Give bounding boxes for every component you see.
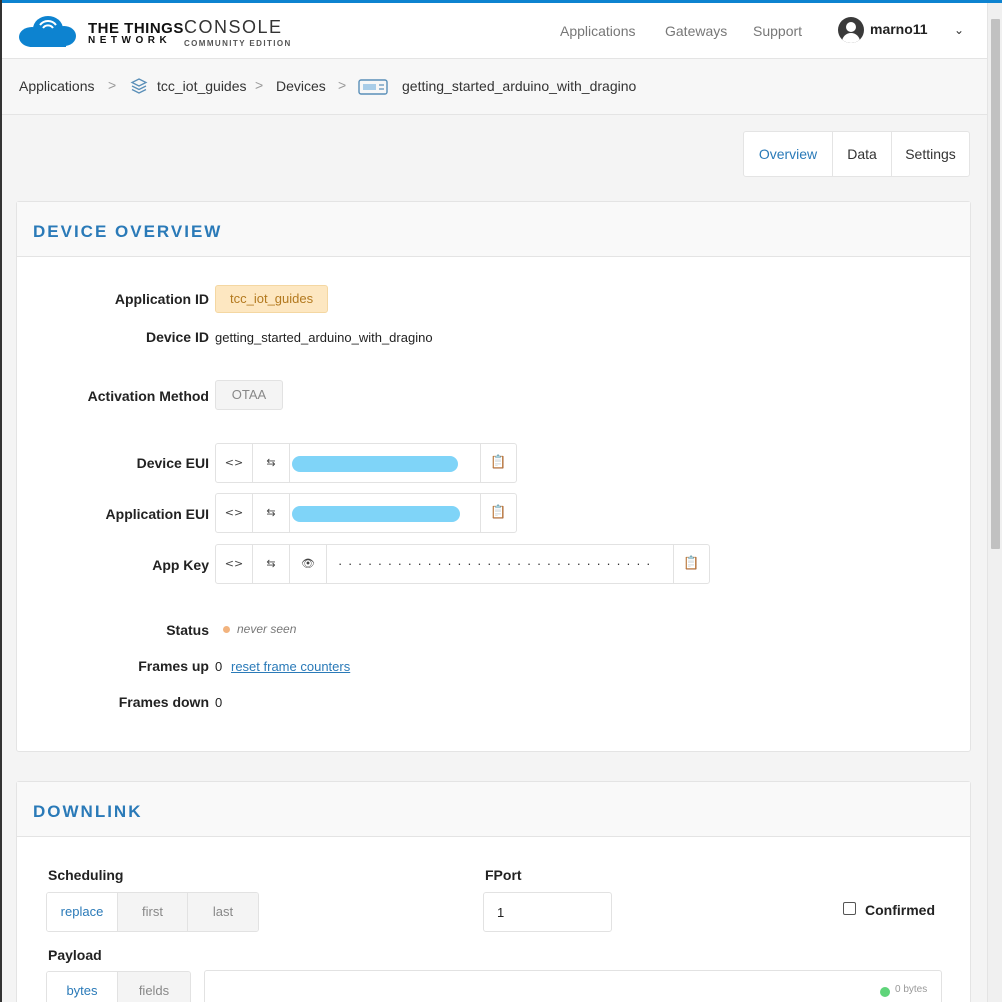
payload-label: Payload: [48, 947, 102, 963]
status-dot: [223, 626, 230, 633]
device-id-value: getting_started_arduino_with_dragino: [215, 330, 433, 345]
eye-icon[interactable]: 👁: [290, 545, 327, 583]
console-title: CONSOLE: [184, 17, 283, 37]
username: marno11: [870, 21, 928, 37]
nav-applications[interactable]: Applications: [560, 23, 636, 39]
swap-byte-order-icon[interactable]: ⇆: [253, 494, 290, 532]
scheduling-selector: replace first last: [46, 892, 259, 932]
frames-down-label: Frames down: [118, 694, 209, 710]
swap-byte-order-icon[interactable]: ⇆: [253, 545, 290, 583]
chevron-down-icon[interactable]: ⌄: [954, 23, 964, 37]
scheduling-last[interactable]: last: [188, 893, 258, 931]
breadcrumb-device[interactable]: getting_started_arduino_with_dragino: [402, 78, 636, 94]
status-value: never seen: [237, 622, 297, 636]
payload-fields[interactable]: fields: [118, 972, 190, 1002]
application-id-label: Application ID: [114, 291, 209, 307]
status-label: Status: [166, 622, 209, 638]
activation-method-label: Activation Method: [87, 388, 209, 404]
fport-input[interactable]: [483, 892, 612, 932]
app-key-label: App Key: [152, 557, 209, 573]
confirmed-checkbox[interactable]: [843, 902, 856, 915]
device-eui-label: Device EUI: [136, 455, 209, 471]
application-eui-field: <> ⇆ 📋: [215, 493, 517, 533]
ttn-logo[interactable]: THE THINGS NETWORK CONSOLE COMMUNITY EDI…: [18, 15, 318, 51]
activation-method-value: OTAA: [215, 380, 283, 410]
brand-line-2: NETWORK: [88, 35, 172, 46]
top-header: THE THINGS NETWORK CONSOLE COMMUNITY EDI…: [2, 3, 987, 59]
nav-gateways[interactable]: Gateways: [665, 23, 727, 39]
card-title: DEVICE OVERVIEW: [33, 222, 223, 241]
device-icon: [358, 79, 388, 95]
app-key-field: <> ⇆ 👁 · · · · · · · · · · · · · · · · ·…: [215, 544, 710, 584]
breadcrumb-devices[interactable]: Devices: [276, 78, 326, 94]
code-format-icon[interactable]: <>: [216, 545, 253, 583]
scheduling-first[interactable]: first: [118, 893, 188, 931]
application-id-tag[interactable]: tcc_iot_guides: [215, 285, 329, 313]
device-tabs: Overview Data Settings: [743, 131, 970, 177]
avatar: [838, 17, 864, 43]
application-eui-label: Application EUI: [105, 506, 209, 522]
window-edge: [0, 0, 2, 1002]
frames-down-value: 0: [215, 695, 223, 710]
swap-byte-order-icon[interactable]: ⇆: [253, 444, 290, 482]
reset-frame-counters-link[interactable]: reset frame counters: [231, 659, 350, 674]
copy-icon[interactable]: 📋: [480, 494, 516, 532]
fport-label: FPort: [485, 867, 522, 883]
breadcrumb-application[interactable]: tcc_iot_guides: [157, 78, 247, 94]
frames-up-label: Frames up: [138, 658, 209, 674]
breadcrumb-separator: >: [108, 77, 117, 93]
frames-up-value: 0: [215, 659, 223, 674]
card-header: DOWNLINK: [17, 782, 970, 837]
payload-bytes[interactable]: bytes: [47, 972, 118, 1002]
edition-label: COMMUNITY EDITION: [184, 39, 292, 48]
stack-icon: [130, 78, 148, 94]
copy-icon[interactable]: 📋: [673, 545, 709, 583]
code-format-icon[interactable]: <>: [216, 444, 253, 482]
downlink-card: DOWNLINK Scheduling replace first last F…: [16, 781, 971, 1002]
breadcrumb: Applications > tcc_iot_guides > Devices …: [2, 59, 987, 115]
code-format-icon[interactable]: <>: [216, 494, 253, 532]
cloud-logo-icon: [19, 16, 76, 47]
card-header: DEVICE OVERVIEW: [17, 202, 970, 257]
breadcrumb-separator: >: [255, 77, 264, 93]
copy-icon[interactable]: 📋: [480, 444, 516, 482]
scrollbar-thumb[interactable]: [991, 19, 1000, 549]
redacted-value: [292, 506, 460, 522]
nav-support[interactable]: Support: [753, 23, 802, 39]
byte-count: 0 bytes: [895, 984, 928, 995]
scheduling-label: Scheduling: [48, 867, 124, 883]
device-id-label: Device ID: [145, 329, 209, 345]
breadcrumb-applications[interactable]: Applications: [19, 78, 95, 94]
tab-settings[interactable]: Settings: [892, 132, 969, 176]
breadcrumb-separator: >: [338, 77, 347, 93]
device-eui-field: <> ⇆ 📋: [215, 443, 517, 483]
app-key-masked: · · · · · · · · · · · · · · · · · · · · …: [338, 556, 652, 571]
card-title: DOWNLINK: [33, 802, 143, 821]
valid-indicator-icon: [880, 987, 890, 997]
confirmed-label: Confirmed: [865, 902, 935, 918]
scheduling-replace[interactable]: replace: [47, 893, 118, 931]
payload-input[interactable]: 0 bytes: [204, 970, 942, 1002]
tab-data[interactable]: Data: [833, 132, 892, 176]
tab-overview[interactable]: Overview: [744, 132, 833, 176]
device-overview-card: DEVICE OVERVIEW Application ID tcc_iot_g…: [16, 201, 971, 752]
scrollbar[interactable]: [987, 3, 1002, 1002]
redacted-value: [292, 456, 458, 472]
payload-format-selector: bytes fields: [46, 971, 191, 1002]
